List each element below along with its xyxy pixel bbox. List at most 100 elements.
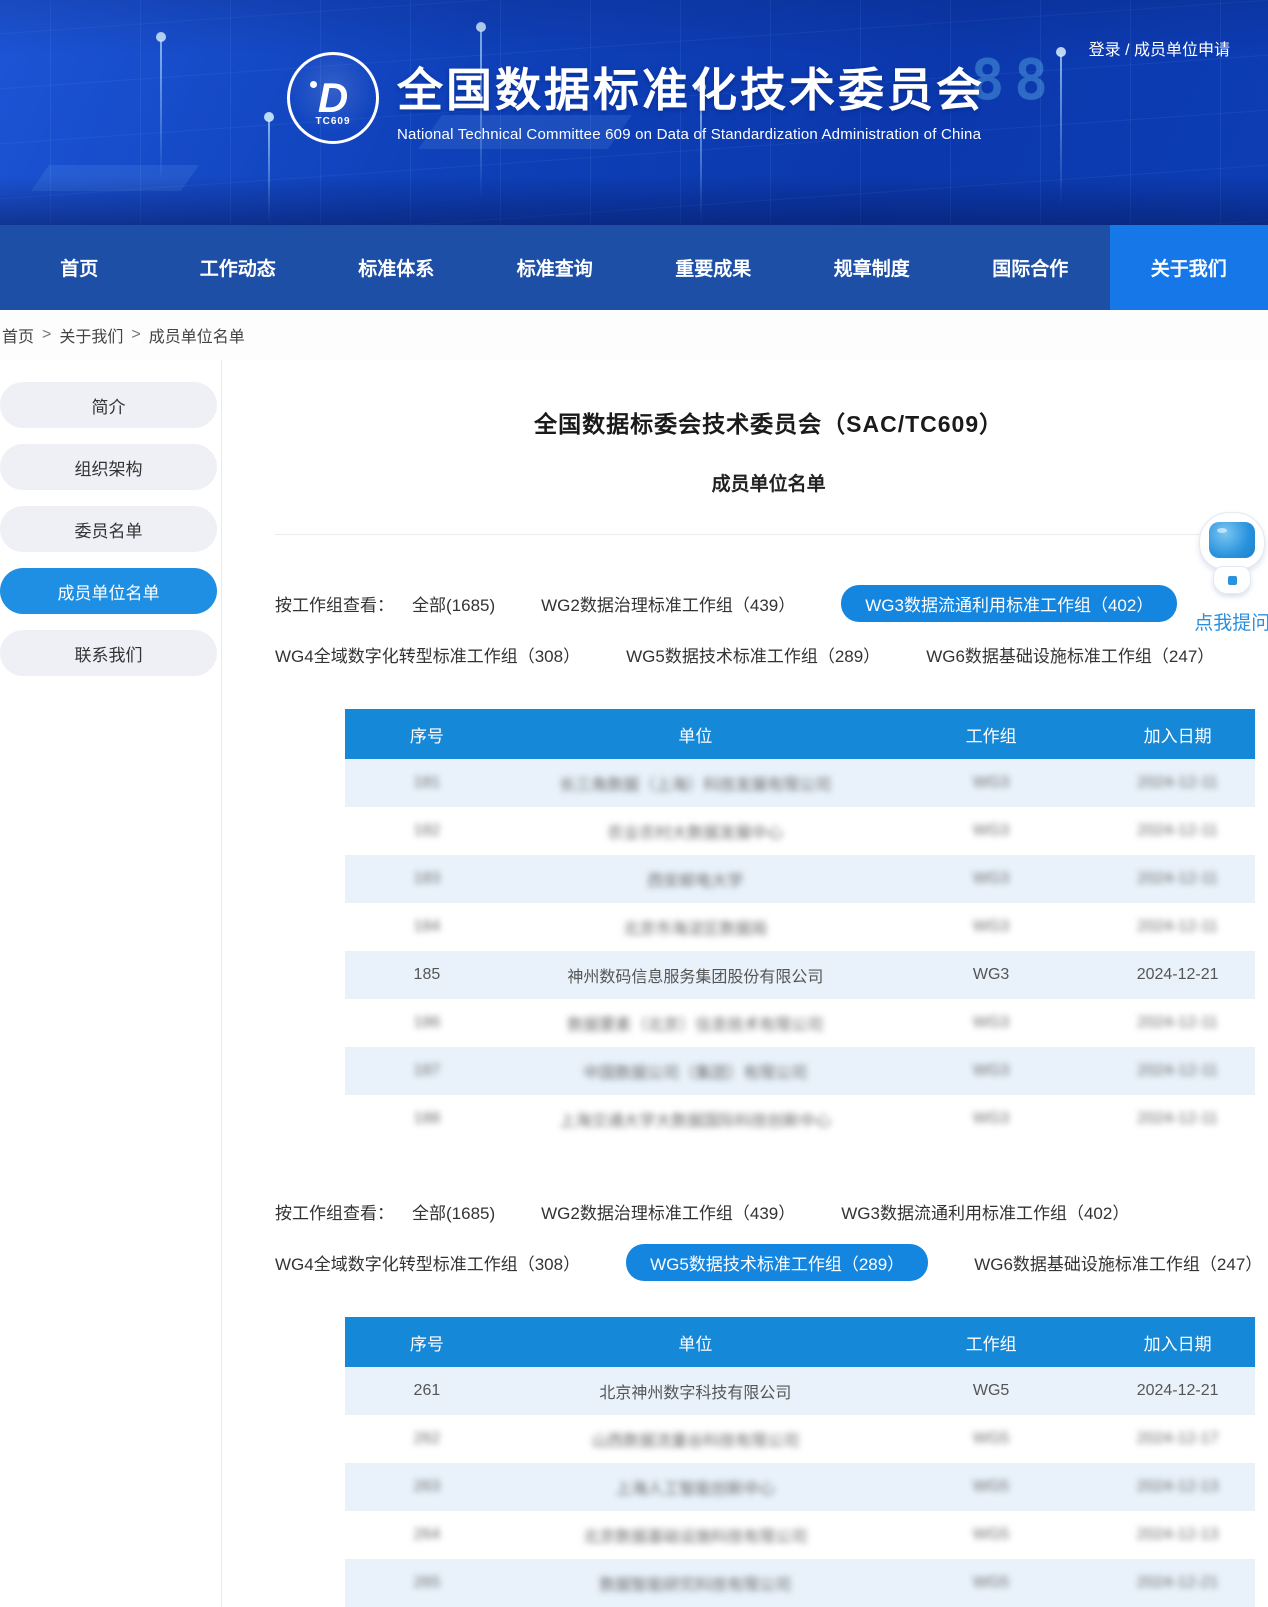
sidebar: 简介 组织架构 委员名单 成员单位名单 联系我们 (0, 360, 222, 1607)
cell-unit: 北京数据基础设施科技有限公司 (509, 1523, 882, 1547)
table-header-row: 序号 单位 工作组 加入日期 (345, 1317, 1255, 1367)
table-row: 264 北京数据基础设施科技有限公司 WG5 2024-12-13 (345, 1511, 1255, 1559)
banner-decoration (1060, 55, 1062, 205)
site-title: 全国数据标准化技术委员会 (397, 54, 985, 120)
col-header-workgroup: 工作组 (882, 1330, 1100, 1355)
cell-unit: 西安邮电大学 (509, 867, 882, 891)
login-apply-link[interactable]: 登录 / 成员单位申请 (1089, 36, 1230, 60)
cell-join-date: 2024-12-11 (1100, 918, 1255, 936)
table-row: 187 中国数据公司（集团）有限公司 WG3 2024-12-11 (345, 1047, 1255, 1095)
breadcrumb-separator: > (42, 326, 51, 344)
filter-wg3[interactable]: WG3数据流通利用标准工作组（402） (841, 1193, 1129, 1230)
table-row: 184 北京市海淀区数据局 WG3 2024-12-11 (345, 903, 1255, 951)
cell-no: 182 (345, 822, 509, 840)
cell-join-date: 2024-12-13 (1100, 1526, 1255, 1544)
cell-workgroup: WG3 (882, 918, 1100, 936)
filter-label: 按工作组查看： (275, 1199, 394, 1224)
col-header-unit: 单位 (509, 722, 882, 747)
sidebar-item-contact[interactable]: 联系我们 (0, 630, 217, 676)
filter-all[interactable]: 全部(1685) (412, 585, 495, 622)
cell-workgroup: WG5 (882, 1574, 1100, 1592)
cell-unit: 上海人工智能创新中心 (509, 1475, 882, 1499)
col-header-unit: 单位 (509, 1330, 882, 1355)
breadcrumb-home[interactable]: 首页 (2, 323, 34, 347)
cell-workgroup: WG5 (882, 1382, 1100, 1400)
nav-item-about-us[interactable]: 关于我们 (1110, 225, 1268, 310)
sidebar-item-intro[interactable]: 简介 (0, 382, 217, 428)
filter-wg6[interactable]: WG6数据基础设施标准工作组（247） (974, 1244, 1262, 1281)
cell-no: 187 (345, 1062, 509, 1080)
col-header-no: 序号 (345, 1330, 509, 1355)
filter-wg2[interactable]: WG2数据治理标准工作组（439） (541, 1193, 795, 1230)
filter-wg5-active[interactable]: WG5数据技术标准工作组（289） (626, 1244, 928, 1281)
page-title: 全国数据标委会技术委员会（SAC/TC609） (275, 405, 1262, 439)
table-row: 263 上海人工智能创新中心 WG5 2024-12-13 (345, 1463, 1255, 1511)
filter-wg2[interactable]: WG2数据治理标准工作组（439） (541, 585, 795, 622)
cell-no: 181 (345, 774, 509, 792)
robot-face-icon (1209, 522, 1255, 558)
table-header-row: 序号 单位 工作组 加入日期 (345, 709, 1255, 759)
nav-item-international[interactable]: 国际合作 (951, 225, 1110, 310)
filter-wg6[interactable]: WG6数据基础设施标准工作组（247） (926, 636, 1214, 673)
banner-decoration (31, 165, 199, 191)
cell-workgroup: WG3 (882, 822, 1100, 840)
main-content: 全国数据标委会技术委员会（SAC/TC609） 成员单位名单 点我提问 按工作组… (222, 360, 1268, 1607)
table-row: 181 长三角数据（上海）科技发展有限公司 WG3 2024-12-11 (345, 759, 1255, 807)
sidebar-item-committee-members[interactable]: 委员名单 (0, 506, 217, 552)
banner-decoration (160, 40, 162, 180)
robot-icon (1199, 512, 1265, 570)
cell-join-date: 2024-12-11 (1100, 870, 1255, 888)
member-table-wg3: 序号 单位 工作组 加入日期 181 长三角数据（上海）科技发展有限公司 WG3… (345, 709, 1255, 1143)
cell-join-date: 2024-12-11 (1100, 1110, 1255, 1128)
filter-wg3-active[interactable]: WG3数据流通利用标准工作组（402） (841, 585, 1177, 622)
filter-wg4[interactable]: WG4全域数字化转型标准工作组（308） (275, 1244, 580, 1281)
nav-item-work-news[interactable]: 工作动态 (159, 225, 318, 310)
cell-no: 186 (345, 1014, 509, 1032)
cell-no: 188 (345, 1110, 509, 1128)
cell-workgroup: WG5 (882, 1478, 1100, 1496)
nav-item-home[interactable]: 首页 (0, 225, 159, 310)
cell-unit: 长三角数据（上海）科技发展有限公司 (509, 771, 882, 795)
cell-unit: 神州数码信息服务集团股份有限公司 (509, 963, 882, 987)
cell-workgroup: WG3 (882, 870, 1100, 888)
table-row-185: 185 神州数码信息服务集团股份有限公司 WG3 2024-12-21 (345, 951, 1255, 999)
cell-no: 185 (345, 966, 509, 984)
cell-unit: 中国数据公司（集团）有限公司 (509, 1059, 882, 1083)
site-subtitle: National Technical Committee 609 on Data… (397, 126, 985, 143)
breadcrumb: 首页 > 关于我们 > 成员单位名单 (0, 310, 1268, 360)
filter-wg5[interactable]: WG5数据技术标准工作组（289） (626, 636, 880, 673)
cell-workgroup: WG3 (882, 1110, 1100, 1128)
filter-all[interactable]: 全部(1685) (412, 1193, 495, 1230)
logo-dot (310, 81, 317, 88)
breadcrumb-about[interactable]: 关于我们 (59, 323, 123, 347)
sidebar-item-member-units[interactable]: 成员单位名单 (0, 568, 217, 614)
site-brand: D TC609 全国数据标准化技术委员会 National Technical … (287, 52, 985, 144)
logo-letter: D (318, 77, 348, 119)
table-row: 188 上海交通大学大数据国际科技创新中心 WG3 2024-12-11 (345, 1095, 1255, 1143)
cell-workgroup: WG5 (882, 1526, 1100, 1544)
filter-label: 按工作组查看： (275, 591, 394, 616)
nav-item-standard-system[interactable]: 标准体系 (317, 225, 476, 310)
col-header-join-date: 加入日期 (1100, 1330, 1255, 1355)
title-divider (275, 534, 1262, 535)
assistant-label[interactable]: 点我提问 (1189, 608, 1268, 635)
nav-item-regulations[interactable]: 规章制度 (793, 225, 952, 310)
nav-item-key-results[interactable]: 重要成果 (634, 225, 793, 310)
cell-join-date: 2024-12-13 (1100, 1478, 1255, 1496)
cell-unit: 数据要素（北京）信息技术有限公司 (509, 1011, 882, 1035)
cell-join-date: 2024-12-21 (1100, 1382, 1255, 1400)
cell-unit: 北京神州数字科技有限公司 (509, 1379, 882, 1403)
nav-item-standard-search[interactable]: 标准查询 (476, 225, 635, 310)
sidebar-item-organization[interactable]: 组织架构 (0, 444, 217, 490)
breadcrumb-member-list[interactable]: 成员单位名单 (149, 323, 245, 347)
assistant-robot[interactable]: 点我提问 (1189, 512, 1268, 635)
table-row: 265 数据智能研究科技有限公司 WG5 2024-12-21 (345, 1559, 1255, 1607)
tc609-logo: D TC609 (287, 52, 379, 144)
col-header-workgroup: 工作组 (882, 722, 1100, 747)
table-row: 262 山西数据流量谷科技有限公司 WG5 2024-12-17 (345, 1415, 1255, 1463)
filter-wg4[interactable]: WG4全域数字化转型标准工作组（308） (275, 636, 580, 673)
table-row-261: 261 北京神州数字科技有限公司 WG5 2024-12-21 (345, 1367, 1255, 1415)
cell-no: 265 (345, 1574, 509, 1592)
table-row: 183 西安邮电大学 WG3 2024-12-11 (345, 855, 1255, 903)
cell-workgroup: WG3 (882, 966, 1100, 984)
